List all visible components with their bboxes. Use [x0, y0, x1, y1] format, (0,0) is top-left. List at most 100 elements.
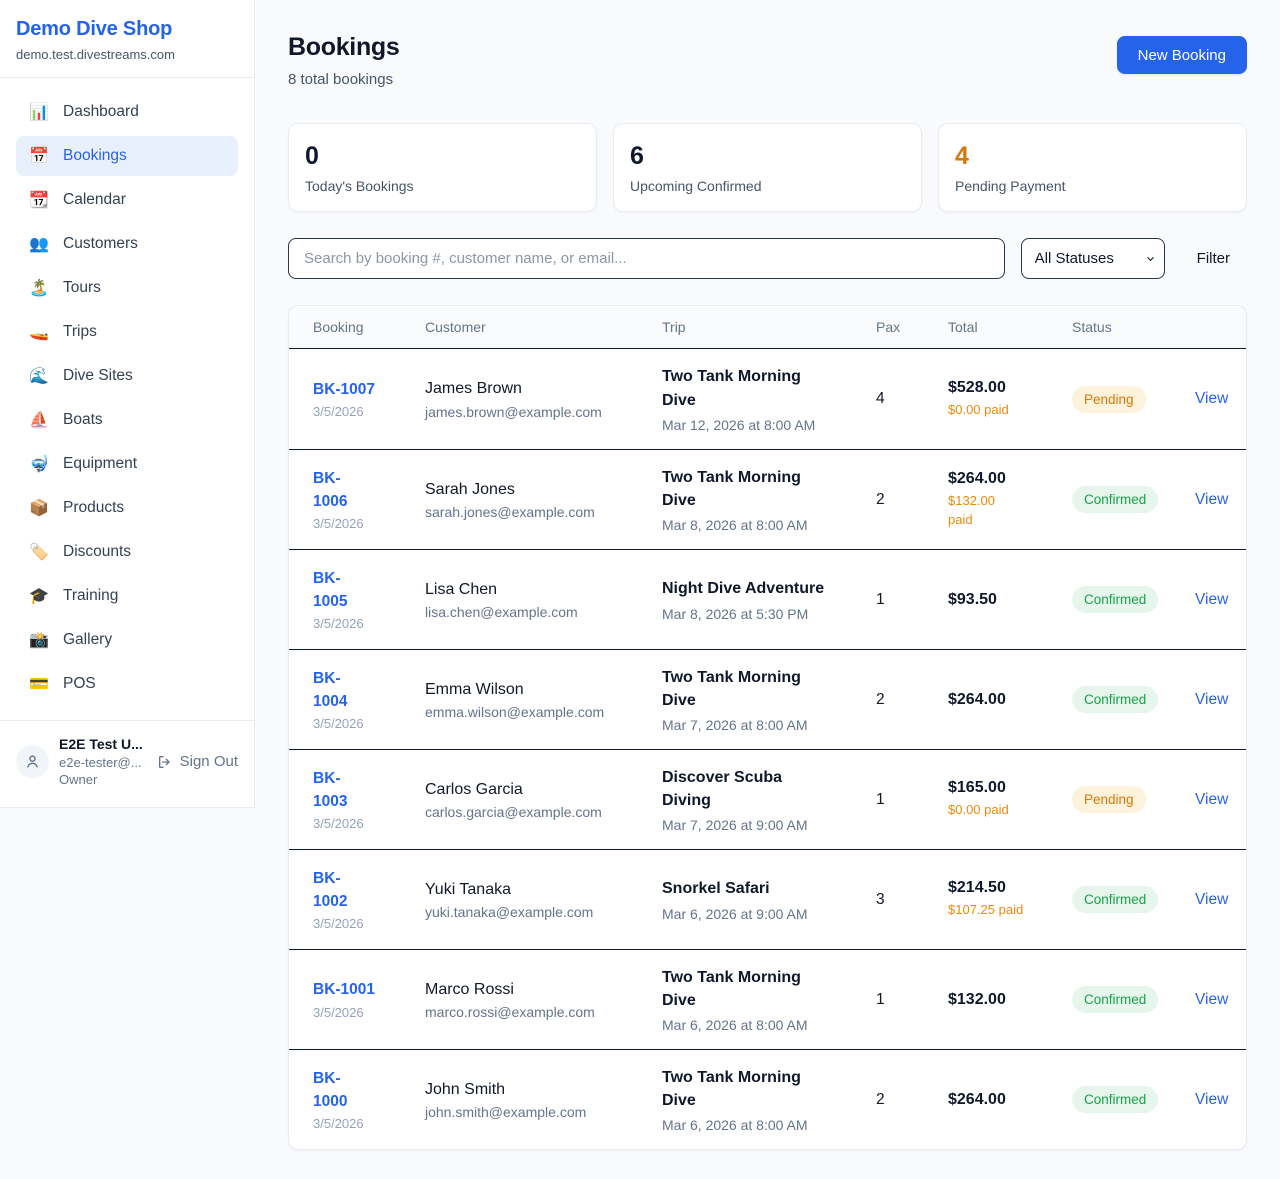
- booking-id-link[interactable]: BK- 1002: [313, 868, 347, 913]
- customer-cell: Lisa Chenlisa.chen@example.com: [425, 579, 662, 620]
- trip-cell: Snorkel SafariMar 6, 2026 at 9:00 AM: [662, 877, 876, 921]
- booking-id-link[interactable]: BK- 1005: [313, 568, 347, 613]
- table-row: BK- 10023/5/2026Yuki Tanakayuki.tanaka@e…: [289, 849, 1246, 949]
- column-header: Total: [948, 319, 1072, 335]
- table-row: BK- 10053/5/2026Lisa Chenlisa.chen@examp…: [289, 549, 1246, 649]
- diving-mask-icon: 🤿: [28, 454, 50, 474]
- booking-date: 3/5/2026: [313, 716, 415, 731]
- stat-value: 6: [630, 142, 905, 171]
- total-cell: $264.00$132.00 paid: [948, 470, 1072, 528]
- booking-id-link[interactable]: BK- 1000: [313, 1068, 347, 1113]
- sidebar-item-trips[interactable]: 🚤Trips: [16, 312, 238, 352]
- sidebar-item-gallery[interactable]: 📸Gallery: [16, 620, 238, 660]
- customer-email: james.brown@example.com: [425, 404, 652, 420]
- sidebar-item-equipment[interactable]: 🤿Equipment: [16, 444, 238, 484]
- view-link[interactable]: View: [1195, 991, 1228, 1008]
- graduation-cap-icon: 🎓: [28, 586, 50, 606]
- sidebar-item-products[interactable]: 📦Products: [16, 488, 238, 528]
- customer-cell: Carlos Garciacarlos.garcia@example.com: [425, 779, 662, 820]
- total-cell: $528.00$0.00 paid: [948, 379, 1072, 419]
- customer-name: John Smith: [425, 1079, 652, 1101]
- brand-name: Demo Dive Shop: [16, 18, 238, 41]
- sidebar-item-tours[interactable]: 🏝️Tours: [16, 268, 238, 308]
- status-cell: Confirmed: [1072, 886, 1195, 913]
- status-badge: Confirmed: [1072, 686, 1158, 713]
- booking-cell: BK- 10063/5/2026: [313, 468, 425, 531]
- booking-cell: BK-1001 3/5/2026: [313, 979, 425, 1019]
- trip-cell: Two Tank Morning DiveMar 6, 2026 at 8:00…: [662, 1066, 876, 1133]
- status-badge: Confirmed: [1072, 486, 1158, 513]
- search-input[interactable]: [288, 238, 1005, 279]
- sidebar-item-bookings[interactable]: 📅Bookings: [16, 136, 238, 176]
- trip-cell: Two Tank Morning DiveMar 6, 2026 at 8:00…: [662, 966, 876, 1033]
- view-link[interactable]: View: [1195, 791, 1228, 808]
- booking-id-link[interactable]: BK-1007: [313, 379, 375, 401]
- sidebar-item-pos[interactable]: 💳POS: [16, 664, 238, 704]
- booking-id-link[interactable]: BK- 1004: [313, 668, 347, 713]
- sidebar-item-label: Discounts: [63, 543, 131, 561]
- status-select[interactable]: All Statuses: [1021, 238, 1165, 279]
- bar-chart-icon: 📊: [28, 102, 50, 122]
- pax-count: 2: [876, 491, 948, 509]
- view-link[interactable]: View: [1195, 390, 1228, 407]
- sidebar-item-label: Bookings: [63, 147, 127, 165]
- booking-id-link[interactable]: BK- 1006: [313, 468, 347, 513]
- booking-cell: BK- 10023/5/2026: [313, 868, 425, 931]
- user-email: e2e-tester@...: [59, 754, 143, 772]
- sidebar-item-customers[interactable]: 👥Customers: [16, 224, 238, 264]
- trip-name: Two Tank Morning Dive: [662, 966, 866, 1012]
- pax-count: 2: [876, 691, 948, 709]
- status-select-wrap: All Statuses: [1021, 238, 1165, 279]
- view-cell: View: [1195, 891, 1246, 909]
- sidebar-item-label: Dive Sites: [63, 367, 133, 385]
- total-amount: $93.50: [948, 591, 1062, 609]
- filter-button[interactable]: Filter: [1197, 250, 1230, 267]
- sidebar-item-label: Products: [63, 499, 124, 517]
- sidebar-item-training[interactable]: 🎓Training: [16, 576, 238, 616]
- new-booking-button[interactable]: New Booking: [1117, 36, 1247, 74]
- status-badge: Confirmed: [1072, 886, 1158, 913]
- sidebar-nav: 📊 Dashboard 📅Bookings📆Calendar👥Customers🏝️…: [0, 77, 254, 720]
- view-link[interactable]: View: [1195, 891, 1228, 908]
- trip-cell: Discover Scuba DivingMar 7, 2026 at 9:00…: [662, 766, 876, 833]
- sidebar-item-calendar[interactable]: 📆Calendar: [16, 180, 238, 220]
- view-cell: View: [1195, 390, 1246, 408]
- sidebar: Demo Dive Shop demo.test.divestreams.com…: [0, 0, 255, 808]
- trip-name: Discover Scuba Diving: [662, 766, 866, 812]
- status-cell: Pending: [1072, 386, 1195, 413]
- total-cell: $264.00: [948, 1091, 1072, 1109]
- view-link[interactable]: View: [1195, 691, 1228, 708]
- booking-cell: BK-10073/5/2026: [313, 379, 425, 419]
- booking-id-link[interactable]: BK- 1003: [313, 768, 347, 813]
- label-icon: 🏷️: [28, 542, 50, 562]
- pax-count: 1: [876, 991, 948, 1009]
- brand: Demo Dive Shop demo.test.divestreams.com: [0, 0, 254, 77]
- pax-count: 4: [876, 390, 948, 408]
- sidebar-item-dashboard[interactable]: 📊 Dashboard: [16, 92, 238, 132]
- sidebar-item-dive-sites[interactable]: 🌊Dive Sites: [16, 356, 238, 396]
- column-header: Pax: [876, 319, 948, 335]
- sign-out-button[interactable]: Sign Out: [157, 753, 238, 770]
- customer-email: sarah.jones@example.com: [425, 504, 652, 520]
- trip-datetime: Mar 8, 2026 at 8:00 AM: [662, 517, 866, 533]
- booking-id-link[interactable]: BK-1001: [313, 979, 375, 1001]
- view-link[interactable]: View: [1195, 491, 1228, 508]
- table-body: BK-10073/5/2026James Brownjames.brown@ex…: [289, 349, 1246, 1149]
- view-link[interactable]: View: [1195, 1091, 1228, 1108]
- sidebar-item-discounts[interactable]: 🏷️ Discounts: [16, 532, 238, 572]
- stat-value: 4: [955, 142, 1230, 171]
- stat-card: 6Upcoming Confirmed: [613, 123, 922, 212]
- sidebar-item-boats[interactable]: ⛵Boats: [16, 400, 238, 440]
- view-link[interactable]: View: [1195, 591, 1228, 608]
- table-row: BK- 10043/5/2026Emma Wilsonemma.wilson@e…: [289, 649, 1246, 749]
- booking-date: 3/5/2026: [313, 1005, 415, 1020]
- total-amount: $264.00: [948, 1091, 1062, 1109]
- sidebar-item-label: Dashboard: [63, 103, 139, 121]
- customer-email: yuki.tanaka@example.com: [425, 904, 652, 920]
- pax-count: 3: [876, 891, 948, 909]
- column-header: Trip: [662, 319, 876, 335]
- status-cell: Confirmed: [1072, 586, 1195, 613]
- user-name: E2E Test U...: [59, 735, 143, 754]
- trip-name: Two Tank Morning Dive: [662, 365, 866, 411]
- customer-cell: Yuki Tanakayuki.tanaka@example.com: [425, 879, 662, 920]
